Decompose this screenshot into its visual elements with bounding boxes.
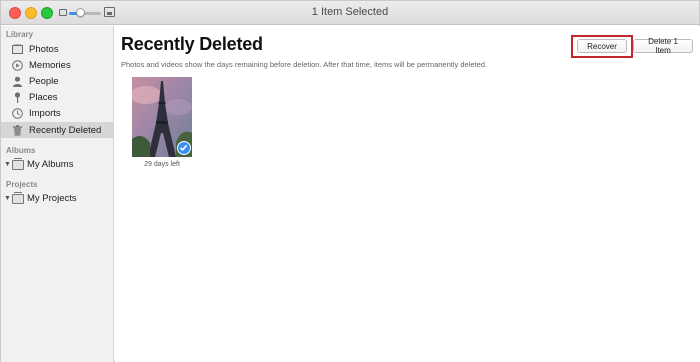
projects-header: Projects bbox=[6, 180, 38, 189]
sidebar-item-places[interactable]: Places bbox=[1, 89, 113, 105]
sidebar-item-memories[interactable]: Memories bbox=[1, 57, 113, 73]
delete-item-button[interactable]: Delete 1 Item bbox=[633, 37, 693, 55]
library-header: Library bbox=[6, 30, 34, 39]
memories-icon bbox=[12, 59, 23, 71]
people-icon bbox=[12, 76, 23, 87]
sidebar-item-photos[interactable]: Photos bbox=[1, 41, 113, 57]
recover-button[interactable]: Recover bbox=[577, 39, 627, 53]
sidebar-item-my-projects[interactable]: ▼ My Projects bbox=[1, 191, 113, 207]
disclosure-triangle-icon[interactable]: ▼ bbox=[4, 195, 11, 202]
sidebar-item-label: Recently Deleted bbox=[29, 124, 102, 136]
imports-icon bbox=[12, 107, 23, 119]
photos-icon bbox=[12, 44, 23, 55]
sidebar-item-label: Imports bbox=[29, 107, 61, 119]
photo-thumbnail[interactable] bbox=[132, 77, 192, 157]
window-title: 1 Item Selected bbox=[311, 6, 389, 18]
checkmark-icon bbox=[177, 141, 191, 155]
sidebar-item-my-albums[interactable]: ▼ My Albums bbox=[1, 157, 113, 173]
photos-window: 1 Item Selected Library Photos Memories … bbox=[0, 0, 700, 362]
sidebar-item-label: Photos bbox=[29, 43, 59, 55]
folder-icon bbox=[12, 192, 24, 204]
sidebar: Library Photos Memories People Places Im… bbox=[1, 26, 114, 362]
photo-caption: 29 days left bbox=[144, 161, 180, 168]
page-subtitle: Photos and videos show the days remainin… bbox=[121, 60, 488, 69]
main-content: Recently Deleted Photos and videos show … bbox=[115, 26, 700, 362]
sidebar-item-label: My Projects bbox=[27, 193, 77, 204]
places-icon bbox=[12, 91, 23, 103]
sidebar-item-imports[interactable]: Imports bbox=[1, 105, 113, 121]
folder-icon bbox=[12, 158, 24, 170]
sidebar-item-recently-deleted[interactable]: Recently Deleted bbox=[1, 122, 113, 138]
disclosure-triangle-icon[interactable]: ▼ bbox=[4, 161, 11, 168]
albums-header: Albums bbox=[6, 146, 36, 155]
page-title: Recently Deleted bbox=[121, 34, 263, 54]
trash-icon bbox=[12, 124, 23, 136]
title-bar: 1 Item Selected bbox=[1, 1, 699, 25]
sidebar-item-label: People bbox=[29, 75, 59, 87]
sidebar-item-label: Places bbox=[29, 91, 58, 103]
sidebar-item-label: Memories bbox=[29, 59, 71, 71]
sidebar-item-label: My Albums bbox=[27, 159, 74, 170]
sidebar-item-people[interactable]: People bbox=[1, 73, 113, 89]
